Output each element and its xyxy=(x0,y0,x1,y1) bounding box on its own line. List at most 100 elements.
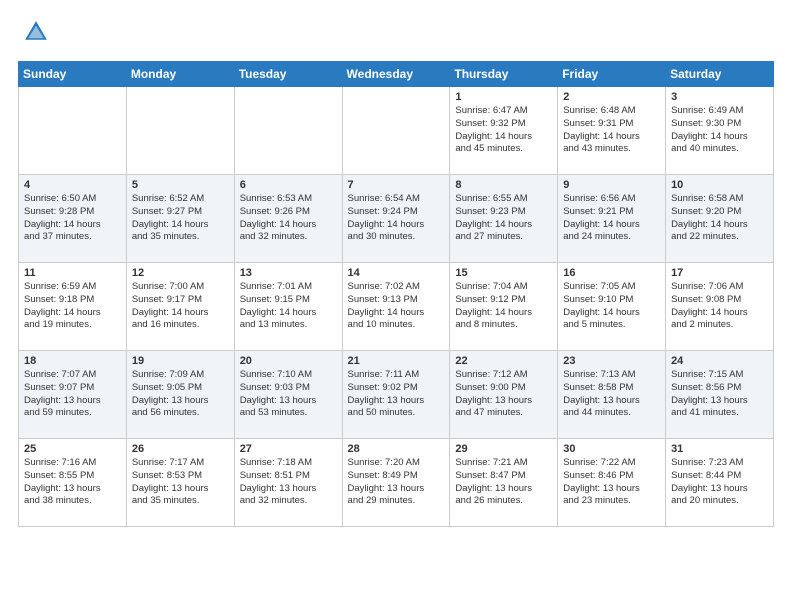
day-info: Sunrise: 7:11 AM Sunset: 9:02 PM Dayligh… xyxy=(348,369,445,420)
day-number: 29 xyxy=(455,443,552,455)
day-number: 24 xyxy=(671,355,768,367)
calendar-cell: 24 Sunrise: 7:15 AM Sunset: 8:56 PM Dayli… xyxy=(666,351,774,439)
day-number: 30 xyxy=(563,443,660,455)
calendar-cell: 14 Sunrise: 7:02 AM Sunset: 9:13 PM Dayli… xyxy=(342,263,450,351)
weekday-header: Tuesday xyxy=(234,62,342,87)
day-number: 2 xyxy=(563,91,660,103)
day-info: Sunrise: 6:48 AM Sunset: 9:31 PM Dayligh… xyxy=(563,105,660,156)
day-number: 15 xyxy=(455,267,552,279)
day-info: Sunrise: 7:16 AM Sunset: 8:55 PM Dayligh… xyxy=(24,457,121,508)
calendar-cell: 9Sunrise: 6:56 AM Sunset: 9:21 PM Daylig… xyxy=(558,175,666,263)
day-info: Sunrise: 7:15 AM Sunset: 8:56 PM Dayligh… xyxy=(671,369,768,420)
calendar-cell: 21 Sunrise: 7:11 AM Sunset: 9:02 PM Dayli… xyxy=(342,351,450,439)
calendar-cell xyxy=(342,87,450,175)
day-number: 14 xyxy=(348,267,445,279)
day-info: Sunrise: 7:22 AM Sunset: 8:46 PM Dayligh… xyxy=(563,457,660,508)
day-number: 25 xyxy=(24,443,121,455)
day-number: 17 xyxy=(671,267,768,279)
day-info: Sunrise: 6:54 AM Sunset: 9:24 PM Dayligh… xyxy=(348,193,445,244)
day-info: Sunrise: 7:17 AM Sunset: 8:53 PM Dayligh… xyxy=(132,457,229,508)
day-info: Sunrise: 7:13 AM Sunset: 8:58 PM Dayligh… xyxy=(563,369,660,420)
day-info: Sunrise: 7:09 AM Sunset: 9:05 PM Dayligh… xyxy=(132,369,229,420)
day-info: Sunrise: 7:02 AM Sunset: 9:13 PM Dayligh… xyxy=(348,281,445,332)
weekday-header: Saturday xyxy=(666,62,774,87)
day-info: Sunrise: 6:55 AM Sunset: 9:23 PM Dayligh… xyxy=(455,193,552,244)
weekday-header: Sunday xyxy=(19,62,127,87)
day-number: 1 xyxy=(455,91,552,103)
day-info: Sunrise: 7:12 AM Sunset: 9:00 PM Dayligh… xyxy=(455,369,552,420)
calendar-cell: 26 Sunrise: 7:17 AM Sunset: 8:53 PM Dayli… xyxy=(126,439,234,527)
day-info: Sunrise: 7:20 AM Sunset: 8:49 PM Dayligh… xyxy=(348,457,445,508)
day-info: Sunrise: 7:06 AM Sunset: 9:08 PM Dayligh… xyxy=(671,281,768,332)
day-number: 12 xyxy=(132,267,229,279)
calendar-cell: 30 Sunrise: 7:22 AM Sunset: 8:46 PM Dayli… xyxy=(558,439,666,527)
weekday-header: Thursday xyxy=(450,62,558,87)
calendar-cell xyxy=(19,87,127,175)
page: SundayMondayTuesdayWednesdayThursdayFrid… xyxy=(0,0,792,612)
calendar-cell: 19Sunrise: 7:09 AM Sunset: 9:05 PM Dayli… xyxy=(126,351,234,439)
calendar-cell xyxy=(126,87,234,175)
day-number: 3 xyxy=(671,91,768,103)
day-number: 5 xyxy=(132,179,229,191)
calendar-cell: 2 Sunrise: 6:48 AM Sunset: 9:31 PM Daylig… xyxy=(558,87,666,175)
calendar-cell: 12 Sunrise: 7:00 AM Sunset: 9:17 PM Dayli… xyxy=(126,263,234,351)
calendar-cell: 3Sunrise: 6:49 AM Sunset: 9:30 PM Daylig… xyxy=(666,87,774,175)
day-number: 8 xyxy=(455,179,552,191)
weekday-header: Friday xyxy=(558,62,666,87)
calendar-cell: 28 Sunrise: 7:20 AM Sunset: 8:49 PM Dayli… xyxy=(342,439,450,527)
calendar-cell: 27Sunrise: 7:18 AM Sunset: 8:51 PM Dayli… xyxy=(234,439,342,527)
calendar-cell: 16Sunrise: 7:05 AM Sunset: 9:10 PM Dayli… xyxy=(558,263,666,351)
logo-icon xyxy=(22,18,50,46)
day-info: Sunrise: 7:01 AM Sunset: 9:15 PM Dayligh… xyxy=(240,281,337,332)
calendar-cell: 1 Sunrise: 6:47 AM Sunset: 9:32 PM Daylig… xyxy=(450,87,558,175)
weekday-header-row: SundayMondayTuesdayWednesdayThursdayFrid… xyxy=(19,62,774,87)
day-number: 26 xyxy=(132,443,229,455)
day-info: Sunrise: 6:47 AM Sunset: 9:32 PM Dayligh… xyxy=(455,105,552,156)
calendar: SundayMondayTuesdayWednesdayThursdayFrid… xyxy=(18,61,774,527)
calendar-week-row: 25 Sunrise: 7:16 AM Sunset: 8:55 PM Dayli… xyxy=(19,439,774,527)
day-number: 23 xyxy=(563,355,660,367)
day-info: Sunrise: 6:56 AM Sunset: 9:21 PM Dayligh… xyxy=(563,193,660,244)
day-info: Sunrise: 7:23 AM Sunset: 8:44 PM Dayligh… xyxy=(671,457,768,508)
day-info: Sunrise: 7:07 AM Sunset: 9:07 PM Dayligh… xyxy=(24,369,121,420)
calendar-cell: 18 Sunrise: 7:07 AM Sunset: 9:07 PM Dayli… xyxy=(19,351,127,439)
calendar-week-row: 4Sunrise: 6:50 AM Sunset: 9:28 PM Daylig… xyxy=(19,175,774,263)
day-info: Sunrise: 7:10 AM Sunset: 9:03 PM Dayligh… xyxy=(240,369,337,420)
calendar-cell xyxy=(234,87,342,175)
day-info: Sunrise: 6:52 AM Sunset: 9:27 PM Dayligh… xyxy=(132,193,229,244)
calendar-cell: 7 Sunrise: 6:54 AM Sunset: 9:24 PM Daylig… xyxy=(342,175,450,263)
calendar-week-row: 1 Sunrise: 6:47 AM Sunset: 9:32 PM Daylig… xyxy=(19,87,774,175)
calendar-cell: 17 Sunrise: 7:06 AM Sunset: 9:08 PM Dayli… xyxy=(666,263,774,351)
day-number: 28 xyxy=(348,443,445,455)
day-info: Sunrise: 6:53 AM Sunset: 9:26 PM Dayligh… xyxy=(240,193,337,244)
day-info: Sunrise: 6:58 AM Sunset: 9:20 PM Dayligh… xyxy=(671,193,768,244)
calendar-cell: 11Sunrise: 6:59 AM Sunset: 9:18 PM Dayli… xyxy=(19,263,127,351)
calendar-cell: 23 Sunrise: 7:13 AM Sunset: 8:58 PM Dayli… xyxy=(558,351,666,439)
day-number: 18 xyxy=(24,355,121,367)
calendar-cell: 8 Sunrise: 6:55 AM Sunset: 9:23 PM Daylig… xyxy=(450,175,558,263)
day-number: 7 xyxy=(348,179,445,191)
calendar-cell: 13 Sunrise: 7:01 AM Sunset: 9:15 PM Dayli… xyxy=(234,263,342,351)
calendar-cell: 22 Sunrise: 7:12 AM Sunset: 9:00 PM Dayli… xyxy=(450,351,558,439)
calendar-cell: 6 Sunrise: 6:53 AM Sunset: 9:26 PM Daylig… xyxy=(234,175,342,263)
day-info: Sunrise: 7:04 AM Sunset: 9:12 PM Dayligh… xyxy=(455,281,552,332)
day-number: 21 xyxy=(348,355,445,367)
day-info: Sunrise: 7:00 AM Sunset: 9:17 PM Dayligh… xyxy=(132,281,229,332)
calendar-cell: 10 Sunrise: 6:58 AM Sunset: 9:20 PM Dayli… xyxy=(666,175,774,263)
calendar-cell: 29 Sunrise: 7:21 AM Sunset: 8:47 PM Dayli… xyxy=(450,439,558,527)
day-number: 10 xyxy=(671,179,768,191)
day-number: 6 xyxy=(240,179,337,191)
calendar-cell: 4Sunrise: 6:50 AM Sunset: 9:28 PM Daylig… xyxy=(19,175,127,263)
day-number: 13 xyxy=(240,267,337,279)
weekday-header: Monday xyxy=(126,62,234,87)
day-number: 22 xyxy=(455,355,552,367)
calendar-cell: 5 Sunrise: 6:52 AM Sunset: 9:27 PM Daylig… xyxy=(126,175,234,263)
day-info: Sunrise: 7:18 AM Sunset: 8:51 PM Dayligh… xyxy=(240,457,337,508)
day-number: 16 xyxy=(563,267,660,279)
day-number: 11 xyxy=(24,267,121,279)
day-info: Sunrise: 7:21 AM Sunset: 8:47 PM Dayligh… xyxy=(455,457,552,508)
calendar-week-row: 11Sunrise: 6:59 AM Sunset: 9:18 PM Dayli… xyxy=(19,263,774,351)
logo xyxy=(18,18,50,51)
day-number: 20 xyxy=(240,355,337,367)
day-number: 4 xyxy=(24,179,121,191)
